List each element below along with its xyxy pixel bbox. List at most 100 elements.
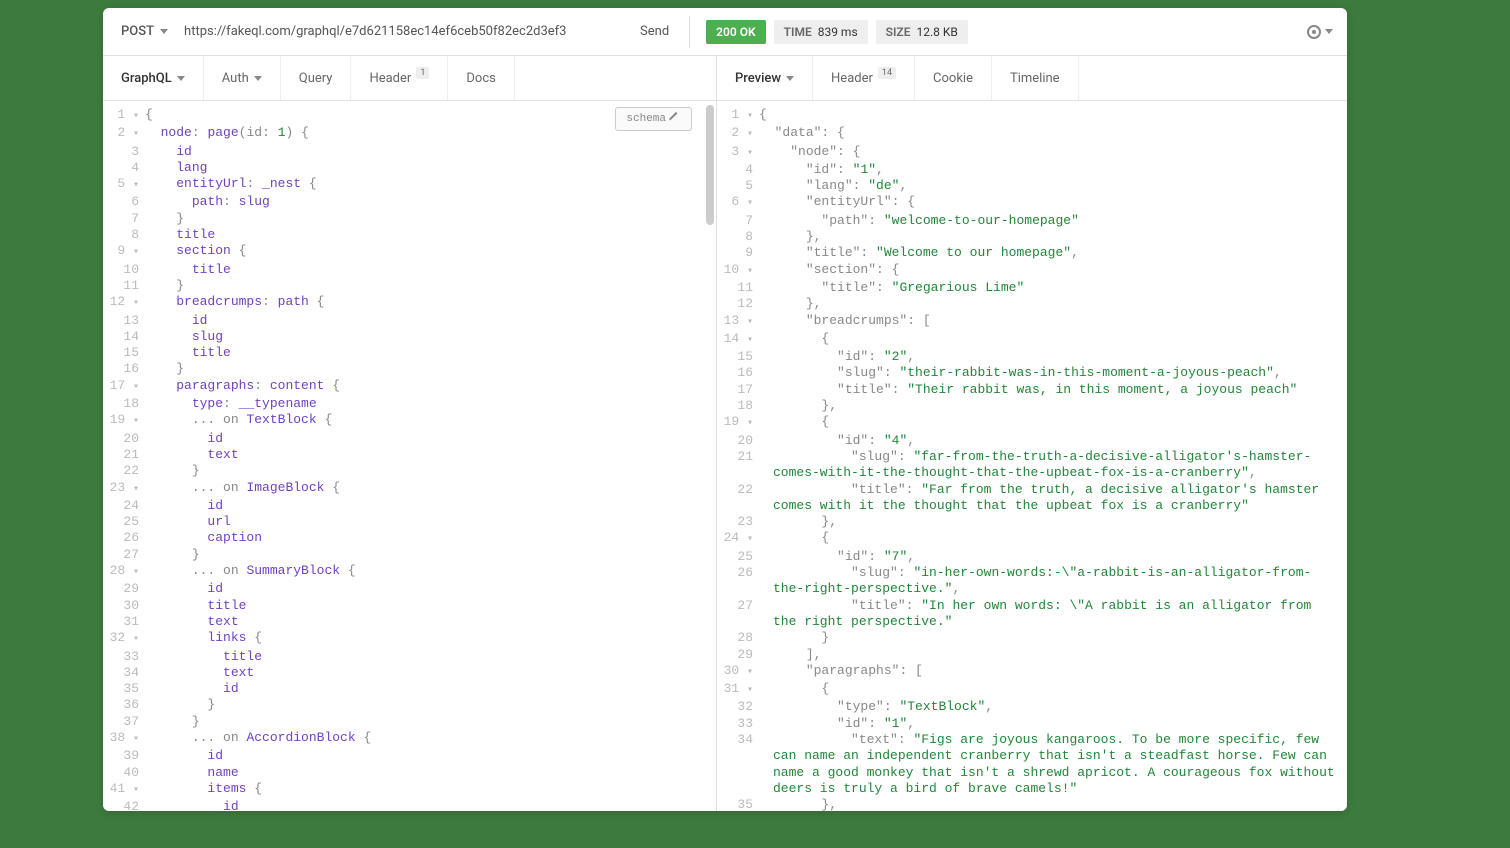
code-line[interactable]: 29 ], xyxy=(717,647,1347,663)
code-line[interactable]: 20 "id": "4", xyxy=(717,433,1347,449)
code-line[interactable]: 24 ▾ { xyxy=(717,530,1347,548)
code-line[interactable]: 31 text xyxy=(103,614,716,630)
tab-preview[interactable]: Preview xyxy=(717,56,813,100)
code-line[interactable]: 35 }, xyxy=(717,797,1347,811)
schema-button[interactable]: schema xyxy=(615,107,692,131)
settings-menu[interactable] xyxy=(1307,25,1337,39)
code-text: id xyxy=(145,498,716,514)
url-input[interactable]: https://fakeql.com/graphql/e7d621158ec14… xyxy=(176,24,626,39)
code-line[interactable]: 16 } xyxy=(103,361,716,377)
code-line[interactable]: 28 } xyxy=(717,630,1347,646)
code-line[interactable]: 33 "id": "1", xyxy=(717,716,1347,732)
code-line[interactable]: 4 lang xyxy=(103,160,716,176)
code-line[interactable]: 42 id xyxy=(103,799,716,811)
code-line[interactable]: 4 "id": "1", xyxy=(717,162,1347,178)
code-line[interactable]: 10 title xyxy=(103,262,716,278)
code-line[interactable]: 14 slug xyxy=(103,329,716,345)
code-line[interactable]: 22 } xyxy=(103,463,716,479)
code-line[interactable]: 37 } xyxy=(103,714,716,730)
code-line[interactable]: 18 }, xyxy=(717,398,1347,414)
code-line[interactable]: 22 "title": "Far from the truth, a decis… xyxy=(717,482,1347,515)
code-line[interactable]: 3 id xyxy=(103,144,716,160)
code-line[interactable]: 2 ▾ "data": { xyxy=(717,125,1347,143)
tab-response-header[interactable]: Header 14 xyxy=(813,56,915,100)
code-line[interactable]: 11 } xyxy=(103,278,716,294)
send-button[interactable]: Send xyxy=(626,18,683,45)
tab-header[interactable]: Header 1 xyxy=(351,56,448,100)
code-line[interactable]: 40 name xyxy=(103,765,716,781)
code-line[interactable]: 12 ▾ breadcrumps: path { xyxy=(103,294,716,312)
code-line[interactable]: 15 title xyxy=(103,345,716,361)
tab-docs[interactable]: Docs xyxy=(448,56,514,100)
code-line[interactable]: 25 "id": "7", xyxy=(717,549,1347,565)
code-line[interactable]: 32 "type": "TextBlock", xyxy=(717,699,1347,715)
scrollbar[interactable] xyxy=(706,105,714,225)
code-line[interactable]: 36 } xyxy=(103,697,716,713)
code-line[interactable]: 24 id xyxy=(103,498,716,514)
code-line[interactable]: 8 title xyxy=(103,227,716,243)
code-line[interactable]: 8 }, xyxy=(717,229,1347,245)
tab-auth[interactable]: Auth xyxy=(204,56,281,100)
code-line[interactable]: 14 ▾ { xyxy=(717,331,1347,349)
code-line[interactable]: 25 url xyxy=(103,514,716,530)
code-line[interactable]: 32 ▾ links { xyxy=(103,630,716,648)
code-line[interactable]: 21 text xyxy=(103,447,716,463)
code-line[interactable]: 31 ▾ { xyxy=(717,681,1347,699)
code-line[interactable]: 17 "title": "Their rabbit was, in this m… xyxy=(717,382,1347,398)
code-line[interactable]: 29 id xyxy=(103,581,716,597)
code-line[interactable]: 23 ▾ ... on ImageBlock { xyxy=(103,480,716,498)
graphql-editor[interactable]: 1 ▾{2 ▾ node: page(id: 1) {3 id4 lang5 ▾… xyxy=(103,101,716,811)
code-line[interactable]: 34 "text": "Figs are joyous kangaroos. T… xyxy=(717,732,1347,797)
code-line[interactable]: 23 }, xyxy=(717,514,1347,530)
code-line[interactable]: 17 ▾ paragraphs: content { xyxy=(103,378,716,396)
code-text: "title": "Gregarious Lime" xyxy=(759,280,1347,296)
code-line[interactable]: 20 id xyxy=(103,431,716,447)
code-line[interactable]: 5 ▾ entityUrl: _nest { xyxy=(103,176,716,194)
request-body-pane[interactable]: schema 1 ▾{2 ▾ node: page(id: 1) {3 id4 … xyxy=(103,101,717,811)
code-line[interactable]: 19 ▾ { xyxy=(717,414,1347,432)
tab-graphql[interactable]: GraphQL xyxy=(103,56,204,100)
code-line[interactable]: 7 } xyxy=(103,211,716,227)
code-line[interactable]: 28 ▾ ... on SummaryBlock { xyxy=(103,563,716,581)
code-text: slug xyxy=(145,329,716,345)
code-line[interactable]: 30 ▾ "paragraphs": [ xyxy=(717,663,1347,681)
code-line[interactable]: 16 "slug": "their-rabbit-was-in-this-mom… xyxy=(717,365,1347,381)
code-line[interactable]: 21 "slug": "far-from-the-truth-a-decisiv… xyxy=(717,449,1347,482)
code-line[interactable]: 30 title xyxy=(103,598,716,614)
code-line[interactable]: 6 path: slug xyxy=(103,194,716,210)
tab-query[interactable]: Query xyxy=(281,56,352,100)
code-line[interactable]: 19 ▾ ... on TextBlock { xyxy=(103,412,716,430)
code-line[interactable]: 33 title xyxy=(103,649,716,665)
code-line[interactable]: 35 id xyxy=(103,681,716,697)
response-meta: 200 OK TIME 839 ms SIZE 12.8 KB xyxy=(696,20,1337,44)
code-line[interactable]: 34 text xyxy=(103,665,716,681)
method-select[interactable]: POST xyxy=(113,20,176,43)
code-line[interactable]: 18 type: __typename xyxy=(103,396,716,412)
code-line[interactable]: 41 ▾ items { xyxy=(103,781,716,799)
response-body-pane[interactable]: 1 ▾{2 ▾ "data": {3 ▾ "node": {4 "id": "1… xyxy=(717,101,1347,811)
code-line[interactable]: 26 caption xyxy=(103,530,716,546)
code-line[interactable]: 9 ▾ section { xyxy=(103,243,716,261)
tab-timeline[interactable]: Timeline xyxy=(992,56,1079,100)
code-line[interactable]: 13 id xyxy=(103,313,716,329)
code-line[interactable]: 27 } xyxy=(103,547,716,563)
code-line[interactable]: 11 "title": "Gregarious Lime" xyxy=(717,280,1347,296)
code-text: }, xyxy=(759,514,1347,530)
code-line[interactable]: 6 ▾ "entityUrl": { xyxy=(717,194,1347,212)
code-line[interactable]: 10 ▾ "section": { xyxy=(717,262,1347,280)
code-line[interactable]: 5 "lang": "de", xyxy=(717,178,1347,194)
code-line[interactable]: 12 }, xyxy=(717,296,1347,312)
chevron-down-icon xyxy=(786,76,794,81)
code-line[interactable]: 7 "path": "welcome-to-our-homepage" xyxy=(717,213,1347,229)
code-line[interactable]: 26 "slug": "in-her-own-words:-\"a-rabbit… xyxy=(717,565,1347,598)
code-line[interactable]: 39 id xyxy=(103,748,716,764)
code-line[interactable]: 9 "title": "Welcome to our homepage", xyxy=(717,245,1347,261)
code-line[interactable]: 27 "title": "In her own words: \"A rabbi… xyxy=(717,598,1347,631)
code-line[interactable]: 15 "id": "2", xyxy=(717,349,1347,365)
code-text: id xyxy=(145,581,716,597)
code-line[interactable]: 13 ▾ "breadcrumps": [ xyxy=(717,313,1347,331)
tab-cookie[interactable]: Cookie xyxy=(915,56,992,100)
code-line[interactable]: 38 ▾ ... on AccordionBlock { xyxy=(103,730,716,748)
code-line[interactable]: 3 ▾ "node": { xyxy=(717,144,1347,162)
code-line[interactable]: 1 ▾{ xyxy=(717,107,1347,125)
